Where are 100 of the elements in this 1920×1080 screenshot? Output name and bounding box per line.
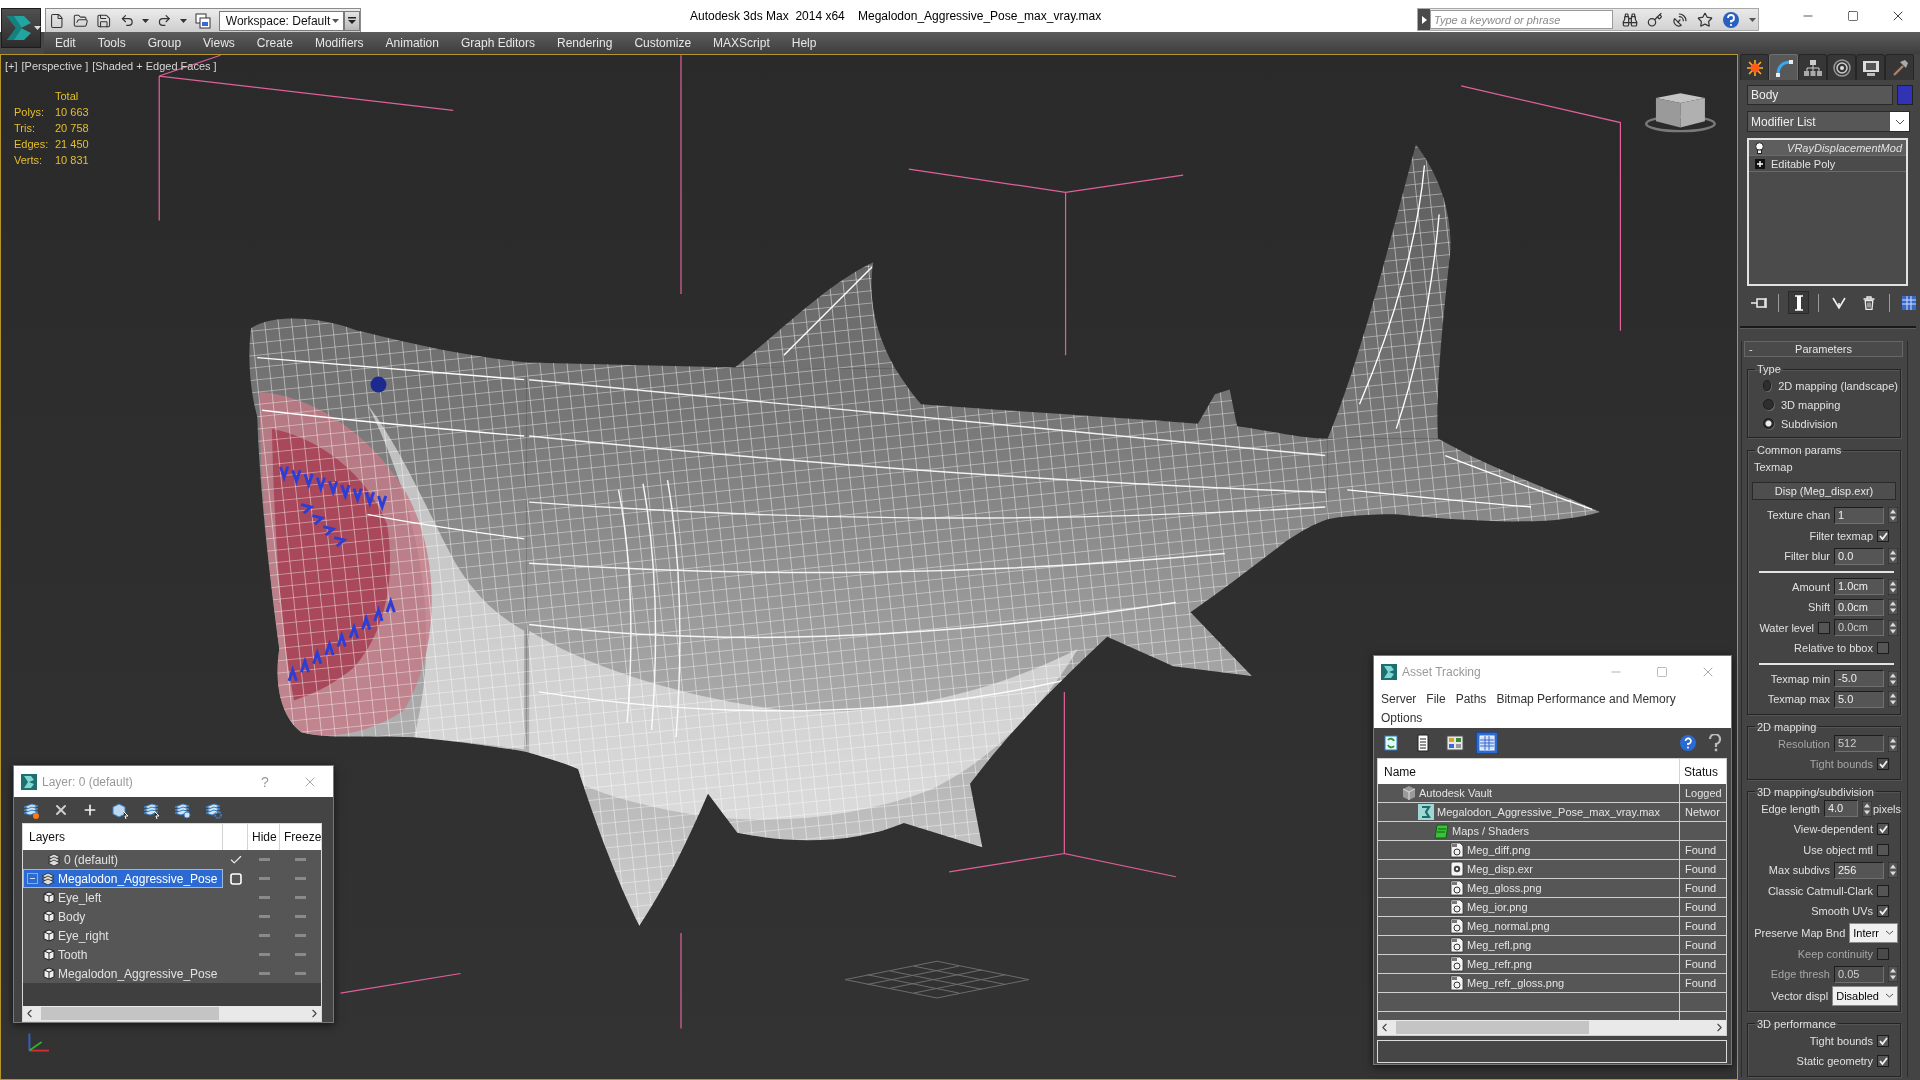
open-folder-icon[interactable] — [72, 12, 89, 29]
dropdown[interactable]: Disabled — [1832, 985, 1898, 1006]
checkbox[interactable] — [1877, 642, 1889, 655]
menu-item[interactable]: Tools — [86, 32, 137, 54]
menu-item[interactable]: Animation — [374, 32, 450, 54]
asset-item[interactable]: Meg_ior.png — [1378, 898, 1680, 916]
checkbox[interactable] — [1818, 621, 1830, 634]
checkbox[interactable] — [1877, 905, 1889, 918]
layer-item[interactable]: Megalodon_Aggressive_Pose — [23, 869, 223, 888]
spinner-arrows-icon[interactable] — [1888, 578, 1898, 595]
menu-item[interactable]: Group — [136, 32, 193, 54]
stack-tool-button[interactable] — [1788, 291, 1810, 314]
spinner-arrows-icon[interactable] — [1888, 691, 1898, 708]
new-file-icon[interactable] — [49, 12, 65, 29]
stack-item[interactable]: VRayDisplacementMod — [1749, 140, 1906, 156]
binoculars-icon[interactable] — [1622, 11, 1638, 28]
spinner-field[interactable]: -5.0 — [1834, 670, 1884, 688]
toolbar-menu-button[interactable] — [344, 10, 360, 31]
viewport-menu-label[interactable]: [+] — [5, 60, 18, 72]
menu-item[interactable]: Help — [780, 32, 828, 54]
spinner-arrows-icon[interactable] — [1888, 548, 1898, 565]
command-tab[interactable] — [1740, 54, 1769, 80]
star-icon[interactable] — [1697, 11, 1713, 28]
layer-bulb-icon[interactable] — [173, 801, 191, 819]
menu-item[interactable]: Server — [1376, 689, 1422, 708]
spinner-arrows-icon[interactable] — [1888, 507, 1898, 524]
asset-item[interactable]: Meg_gloss.png — [1378, 879, 1680, 897]
checkbox[interactable] — [1877, 823, 1889, 836]
spinner-field[interactable]: 5.0 — [1834, 690, 1884, 708]
menu-item[interactable]: Create — [245, 32, 304, 54]
menu-item[interactable]: File — [1421, 689, 1451, 708]
redo-icon[interactable] — [157, 13, 172, 28]
command-tab[interactable] — [1798, 54, 1827, 80]
spinner-arrows-icon[interactable] — [1888, 619, 1898, 636]
spinner-field[interactable]: 4.0 — [1823, 800, 1858, 818]
collapse-icon[interactable] — [27, 873, 38, 884]
key-icon[interactable] — [1647, 11, 1663, 28]
asset-item[interactable]: Maps / Shaders — [1378, 822, 1680, 840]
table-icon[interactable] — [1476, 732, 1498, 754]
i-beam-icon[interactable] — [1794, 294, 1803, 311]
windows-icon[interactable] — [194, 12, 211, 29]
menu-item[interactable]: Paths — [1450, 689, 1492, 708]
application-button[interactable] — [1, 8, 41, 48]
asset-item[interactable]: Meg_refr_gloss.png — [1378, 974, 1680, 992]
column-header[interactable]: Status — [1680, 759, 1726, 784]
save-icon[interactable] — [96, 12, 112, 29]
stack-item[interactable]: Editable Poly — [1749, 156, 1906, 172]
object-name-field[interactable]: Body — [1747, 85, 1893, 105]
scrollbar-thumb[interactable] — [1396, 1021, 1589, 1034]
command-tab[interactable] — [1856, 54, 1885, 80]
set-current-icon[interactable] — [229, 872, 242, 885]
spinner-arrows-icon[interactable] — [1888, 735, 1898, 752]
menu-item[interactable]: Options — [1376, 708, 1428, 727]
modifier-list-dropdown[interactable]: Modifier List — [1747, 111, 1910, 132]
asset-item[interactable]: Meg_refr.png — [1378, 955, 1680, 973]
object-color-swatch[interactable] — [1897, 85, 1913, 105]
spinner-arrows-icon[interactable] — [1888, 862, 1898, 879]
spinner-field[interactable]: 256 — [1834, 861, 1884, 879]
spinner-arrows-icon[interactable] — [1861, 800, 1872, 817]
radio-button[interactable] — [1763, 380, 1772, 391]
asset-item[interactable]: Meg_disp.exr — [1378, 860, 1680, 878]
satellite-dish-icon[interactable] — [1672, 11, 1688, 28]
radio-button[interactable] — [1763, 418, 1774, 429]
new-layer-icon[interactable] — [22, 801, 40, 819]
caret-icon[interactable] — [179, 18, 187, 23]
spinner-arrows-icon[interactable] — [1888, 599, 1898, 616]
menu-item[interactable]: Rendering — [546, 32, 624, 54]
spinner-field[interactable]: 1 — [1834, 506, 1884, 524]
path-field[interactable] — [1377, 1040, 1727, 1063]
command-tab[interactable] — [1885, 54, 1914, 80]
layer-cursor-icon[interactable] — [142, 801, 160, 819]
workspace-dropdown[interactable]: Workspace: Default — [218, 10, 345, 31]
viewcube-icon[interactable] — [1644, 93, 1716, 133]
viewport-menu-label[interactable]: [Perspective ] — [21, 60, 89, 72]
texmap-button[interactable]: Disp (Meg_disp.exr) — [1752, 482, 1896, 500]
thumbnail-icon[interactable] — [1444, 732, 1466, 754]
checkbox[interactable] — [1877, 1034, 1889, 1047]
caret-icon[interactable] — [142, 18, 150, 23]
help-icon[interactable] — [1707, 734, 1723, 752]
layer-gear-icon[interactable] — [204, 801, 222, 819]
expand-icon[interactable] — [1755, 158, 1765, 169]
maximize-icon[interactable] — [1846, 10, 1859, 22]
pin-icon[interactable] — [1750, 296, 1767, 309]
checkbox[interactable] — [1877, 529, 1889, 542]
menu-item[interactable]: Edit — [44, 32, 87, 54]
menu-item[interactable]: Views — [192, 32, 246, 54]
cube-cursor-icon[interactable] — [111, 801, 129, 819]
help-icon[interactable] — [1679, 734, 1697, 752]
spinner-field[interactable]: 0.0cm — [1834, 598, 1884, 616]
column-header[interactable]: Freeze — [280, 824, 322, 850]
asset-item[interactable]: Meg_diff.png — [1378, 841, 1680, 859]
menu-item[interactable]: Bitmap Performance and Memory — [1491, 689, 1681, 708]
command-tab[interactable] — [1769, 54, 1798, 80]
undo-icon[interactable] — [119, 13, 135, 28]
spinner-field[interactable]: 0.0cm — [1834, 619, 1884, 637]
spinner-arrows-icon[interactable] — [1888, 966, 1898, 983]
spinner-field[interactable]: 1.0cm — [1834, 578, 1884, 596]
menu-item[interactable]: Modifiers — [303, 32, 375, 54]
menu-item[interactable]: MAXScript — [702, 32, 781, 54]
checkbox[interactable] — [1877, 843, 1889, 856]
